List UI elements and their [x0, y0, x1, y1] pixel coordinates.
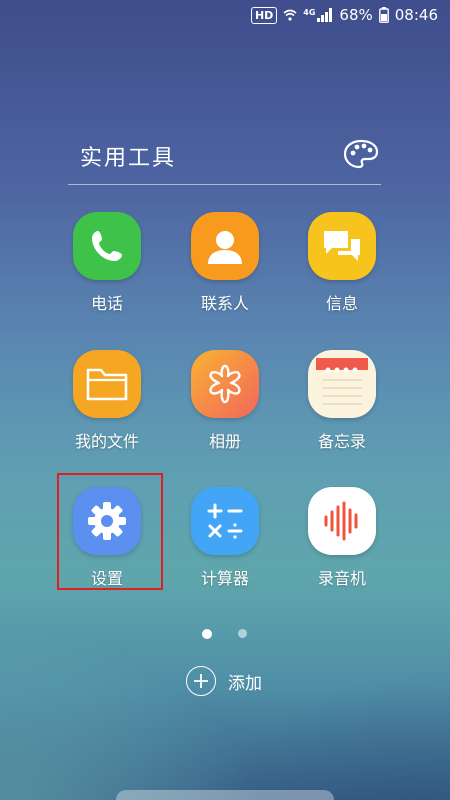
app-gallery[interactable]: 相册	[165, 350, 285, 460]
plus-icon	[186, 666, 216, 696]
folder-divider	[68, 184, 381, 185]
app-label: 录音机	[317, 569, 366, 588]
notes-icon	[308, 350, 376, 418]
app-phone[interactable]: 电话	[47, 212, 167, 322]
app-label: 信息	[325, 294, 358, 313]
app-label: 电话	[90, 294, 123, 313]
folder-icon	[73, 350, 141, 418]
app-label: 备忘录	[317, 432, 366, 451]
app-calculator[interactable]: 计算器	[165, 487, 285, 597]
signal-icon	[317, 8, 333, 22]
gallery-icon	[191, 350, 259, 418]
palette-icon[interactable]	[342, 138, 380, 170]
page-dot-active[interactable]	[202, 629, 212, 639]
app-contacts[interactable]: 联系人	[165, 212, 285, 322]
app-label: 联系人	[200, 294, 249, 313]
page-dot[interactable]	[238, 629, 247, 638]
app-label: 计算器	[200, 569, 249, 588]
highlight-box	[57, 473, 163, 590]
recorder-icon	[308, 487, 376, 555]
app-messages[interactable]: 信息	[282, 212, 402, 322]
messages-icon	[308, 212, 376, 280]
battery-percent: 68%	[339, 6, 373, 24]
status-bar: HD 4G 68% 08:46	[0, 0, 450, 30]
battery-icon	[378, 7, 389, 23]
phone-icon	[73, 212, 141, 280]
app-label: 我的文件	[74, 432, 139, 451]
app-recorder[interactable]: 录音机	[282, 487, 402, 597]
bottom-handle	[116, 790, 334, 800]
network-type: 4G	[303, 7, 316, 17]
add-button[interactable]: 添加	[186, 666, 262, 696]
add-label: 添加	[228, 673, 262, 694]
hd-badge: HD	[250, 6, 278, 24]
clock: 08:46	[394, 6, 438, 24]
calculator-icon	[191, 487, 259, 555]
app-my-files[interactable]: 我的文件	[47, 350, 167, 460]
contacts-icon	[191, 212, 259, 280]
app-notes[interactable]: 备忘录	[282, 350, 402, 460]
app-label: 相册	[208, 432, 241, 451]
wifi-icon	[283, 8, 297, 22]
folder-title[interactable]: 实用工具	[80, 140, 176, 172]
